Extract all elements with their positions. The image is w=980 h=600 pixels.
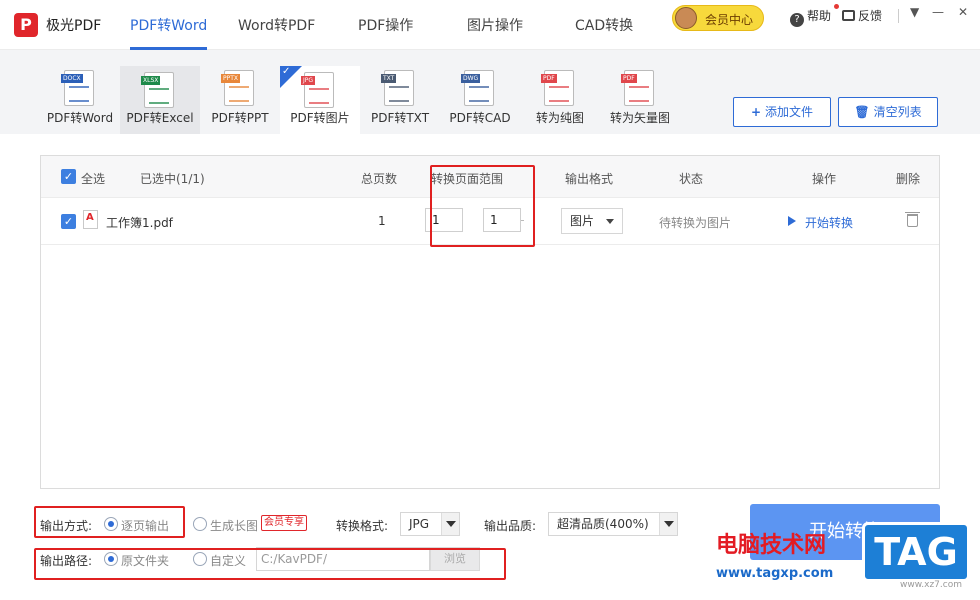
notification-dot-icon — [834, 4, 839, 9]
plus-icon: + — [750, 105, 762, 119]
long-image-label[interactable]: 生成长图 — [210, 517, 258, 534]
convert-format-label: 转换格式: — [336, 519, 389, 533]
tool-pdf-to-ppt[interactable]: PPTX PDF转PPT — [200, 64, 280, 134]
file-type-tag: XLSX — [141, 76, 161, 85]
trash-icon: 🗑 — [854, 105, 870, 119]
tool-pdf-to-excel[interactable]: XLSX PDF转Excel — [120, 66, 200, 134]
tool-label: PDF转CAD — [449, 111, 511, 125]
conversion-toolbar: DOCX PDF转Word XLSX PDF转Excel PPTX PDF转PPT JPG P… — [0, 50, 980, 134]
convert-format-select[interactable]: JPG — [400, 512, 460, 536]
header-delete: 删除 — [896, 172, 921, 186]
vip-center-button[interactable]: 会员中心 — [672, 5, 764, 31]
menu-dropdown-icon[interactable]: ▼ — [910, 5, 919, 19]
help-icon: ? — [790, 13, 804, 27]
file-type-icon: DWG — [461, 70, 494, 106]
vip-center-label: 会员中心 — [705, 13, 754, 27]
avatar — [675, 7, 697, 29]
output-format-select[interactable]: 图片 — [561, 208, 623, 234]
dropdown-arrow-icon — [659, 513, 677, 535]
file-type-icon: DOCX — [61, 70, 94, 106]
tool-pdf-to-word[interactable]: DOCX PDF转Word — [40, 64, 120, 134]
tool-pdf-to-image[interactable]: JPG PDF转图片 ✓ — [280, 66, 360, 134]
header-status: 状态 — [679, 172, 704, 186]
header-total-pages: 总页数 — [361, 172, 398, 186]
help-label: 帮助 — [807, 9, 832, 23]
select-all-label: 全选 — [81, 172, 106, 186]
tab-image-operations[interactable]: 图片操作 — [467, 15, 523, 50]
tool-label: PDF转图片 — [290, 111, 350, 125]
watermark-small: www.xz7.com — [900, 580, 962, 590]
header-divider — [898, 9, 899, 23]
title-bar: P 极光PDF PDF转Word Word转PDF PDF操作 图片操作 CAD… — [0, 0, 980, 50]
highlight-page-range — [430, 165, 535, 247]
file-type-icon: PDF — [541, 70, 574, 106]
clear-list-button[interactable]: 🗑 清空列表 — [838, 97, 938, 127]
select-all-checkbox[interactable]: ✓ — [61, 169, 76, 184]
close-icon[interactable]: ✕ — [958, 5, 968, 19]
tool-label: 转为纯图 — [535, 111, 584, 125]
file-name: 工作簿1.pdf — [106, 216, 173, 230]
file-type-icon: PDF — [621, 70, 654, 106]
file-type-tag: JPG — [301, 76, 316, 85]
status-text: 待转换为图片 — [659, 216, 732, 230]
tool-label: PDF转PPT — [211, 111, 269, 125]
minimize-icon[interactable]: — — [932, 5, 944, 19]
header-action: 操作 — [812, 172, 837, 186]
vip-exclusive-badge: 会员专享 — [261, 515, 307, 531]
app-name: 极光PDF — [46, 18, 102, 34]
file-type-icon: XLSX — [141, 72, 174, 108]
selected-count: 已选中(1/1) — [140, 172, 205, 186]
chevron-down-icon — [606, 219, 614, 224]
help-button[interactable]: ? 帮助 — [790, 7, 831, 27]
tab-word-to-pdf[interactable]: Word转PDF — [238, 15, 315, 50]
check-icon: ✓ — [282, 66, 291, 77]
output-format-value: 图片 — [570, 214, 595, 228]
file-type-tag: PPTX — [221, 74, 241, 83]
watermark-url: www.tagxp.com — [716, 566, 834, 581]
row-checkbox[interactable]: ✓ — [61, 214, 76, 229]
header-output-format: 输出格式 — [565, 172, 614, 186]
quality-label: 输出品质: — [484, 519, 537, 533]
highlight-output-mode — [34, 506, 185, 538]
play-icon[interactable] — [788, 216, 796, 226]
quality-select[interactable]: 超清品质(400%) — [548, 512, 678, 536]
file-type-tag: PDF — [541, 74, 557, 83]
file-type-tag: DOCX — [61, 74, 83, 83]
convert-format-value: JPG — [409, 517, 430, 531]
quality-value: 超清品质(400%) — [557, 517, 649, 531]
tab-pdf-to-word[interactable]: PDF转Word — [130, 15, 208, 50]
file-type-tag: TXT — [381, 74, 397, 83]
pdf-file-icon — [83, 210, 98, 229]
feedback-icon — [842, 10, 855, 21]
tab-pdf-operations[interactable]: PDF操作 — [358, 15, 413, 50]
tool-label: PDF转TXT — [370, 111, 430, 125]
file-type-icon: JPG — [301, 72, 334, 108]
app-logo-icon: P — [14, 13, 38, 37]
file-type-icon: TXT — [381, 70, 414, 106]
feedback-label: 反馈 — [858, 9, 883, 23]
file-type-tag: DWG — [461, 74, 481, 83]
add-file-label: 添加文件 — [765, 105, 814, 119]
watermark-tag-logo: TAG — [862, 522, 970, 582]
tool-to-pure-image[interactable]: PDF 转为纯图 — [520, 64, 600, 134]
dropdown-arrow-icon — [441, 513, 459, 535]
file-type-icon: PPTX — [221, 70, 254, 106]
tool-to-vector-image[interactable]: PDF 转为矢量图 — [600, 64, 680, 134]
file-type-tag: PDF — [621, 74, 637, 83]
feedback-button[interactable]: 反馈 — [842, 7, 882, 24]
start-convert-link[interactable]: 开始转换 — [805, 214, 853, 231]
tool-label: PDF转Word — [46, 111, 114, 125]
radio-long-image[interactable] — [193, 517, 207, 531]
add-file-button[interactable]: + 添加文件 — [733, 97, 831, 127]
tool-label: PDF转Excel — [126, 111, 194, 125]
tool-label: 转为矢量图 — [609, 111, 670, 125]
clear-list-label: 清空列表 — [873, 105, 922, 119]
tool-pdf-to-cad[interactable]: DWG PDF转CAD — [440, 64, 520, 134]
delete-icon[interactable] — [905, 212, 920, 227]
highlight-output-path — [34, 548, 506, 580]
total-pages-value: 1 — [378, 214, 386, 228]
watermark-site-name: 电脑技术网 — [716, 532, 827, 558]
tab-cad-convert[interactable]: CAD转换 — [575, 15, 633, 50]
tool-pdf-to-txt[interactable]: TXT PDF转TXT — [360, 64, 440, 134]
